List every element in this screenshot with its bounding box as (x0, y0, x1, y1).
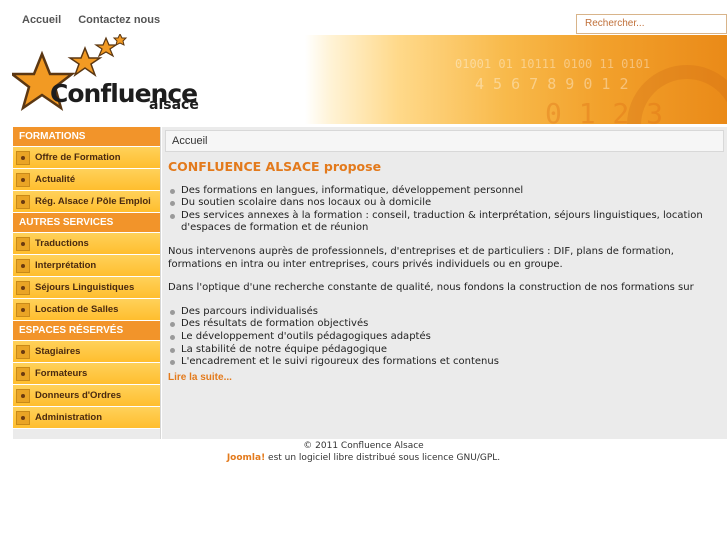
footer: © 2011 Confluence Alsace Joomla! est un … (0, 440, 727, 464)
sidebar-item-label: Actualité (35, 174, 76, 185)
list-item: Des services annexes à la formation : co… (168, 210, 724, 235)
sidebar-section-espaces-reserves: ESPACES RÉSERVÉS (13, 321, 160, 341)
bullet-icon (16, 259, 30, 273)
footer-copyright: © 2011 Confluence Alsace (303, 441, 424, 451)
footer-license: Joomla! est un logiciel libre distribué … (0, 452, 727, 464)
bullet-icon (16, 389, 30, 403)
article-paragraph: Dans l'optique d'une recherche constante… (168, 282, 694, 294)
bullet-icon (16, 281, 30, 295)
sidebar-item-label: Rég. Alsace / Pôle Emploi (35, 196, 151, 207)
sidebar-item-actualite[interactable]: Actualité (13, 169, 160, 191)
list-item: Des parcours individualisés (168, 306, 724, 319)
sidebar-item-region-pole-emploi[interactable]: Rég. Alsace / Pôle Emploi (13, 191, 160, 213)
footer-license-text: est un logiciel libre distribué sous lic… (265, 453, 501, 463)
bullet-icon (16, 411, 30, 425)
sidebar-item-location-salles[interactable]: Location de Salles (13, 299, 160, 321)
logo-subtitle: alsace (149, 97, 199, 113)
sidebar-item-label: Stagiaires (35, 346, 81, 357)
header-banner: 01001 01 10111 0100 11 0101 4 5 6 7 8 9 … (305, 35, 727, 124)
sidebar-item-offre-formation[interactable]: Offre de Formation (13, 147, 160, 169)
bullet-icon (16, 303, 30, 317)
site-logo[interactable]: Confluence alsace (12, 34, 199, 126)
article: CONFLUENCE ALSACE propose Des formations… (168, 159, 724, 385)
sidebar-item-label: Séjours Linguistiques (35, 282, 135, 293)
services-list: Des formations en langues, informatique,… (168, 185, 724, 235)
breadcrumb[interactable]: Accueil (165, 130, 724, 152)
list-item: L'encadrement et le suivi rigoureux des … (168, 356, 724, 369)
search-input[interactable]: Rechercher... (576, 14, 727, 34)
list-item: Des résultats de formation objectivés (168, 318, 724, 331)
sidebar-item-label: Administration (35, 412, 103, 423)
sidebar-item-interpretation[interactable]: Interprétation (13, 255, 160, 277)
bullet-icon (16, 367, 30, 381)
nav-link-home[interactable]: Accueil (22, 14, 61, 26)
sidebar-item-donneurs-ordres[interactable]: Donneurs d'Ordres (13, 385, 160, 407)
nav-link-contact[interactable]: Contactez nous (78, 14, 160, 26)
list-item: La stabilité de notre équipe pédagogique (168, 344, 724, 357)
top-navigation: Accueil Contactez nous (22, 14, 174, 26)
joomla-link[interactable]: Joomla! (227, 453, 265, 463)
list-item: Des formations en langues, informatique,… (168, 185, 724, 198)
article-title: CONFLUENCE ALSACE propose (168, 159, 382, 174)
sidebar-item-administration[interactable]: Administration (13, 407, 160, 429)
read-more-link[interactable]: Lire la suite... (168, 372, 724, 385)
sidebar-item-label: Donneurs d'Ordres (35, 390, 122, 401)
sidebar-item-label: Interprétation (35, 260, 97, 271)
sidebar-item-sejours-linguistiques[interactable]: Séjours Linguistiques (13, 277, 160, 299)
quality-list: Des parcours individualisés Des résultat… (168, 306, 724, 369)
bullet-icon (16, 195, 30, 209)
bullet-icon (16, 345, 30, 359)
sidebar-item-stagiaires[interactable]: Stagiaires (13, 341, 160, 363)
sidebar-item-formateurs[interactable]: Formateurs (13, 363, 160, 385)
sidebar-section-formations: FORMATIONS (13, 127, 160, 147)
bullet-icon (16, 173, 30, 187)
sidebar-menu: FORMATIONS Offre de Formation Actualité … (13, 127, 161, 439)
bullet-icon (16, 151, 30, 165)
list-item: Du soutien scolaire dans nos locaux ou à… (168, 197, 724, 210)
list-item: Le développement d'outils pédagogiques a… (168, 331, 724, 344)
sidebar-item-label: Location de Salles (35, 304, 119, 315)
sidebar-section-autres-services: AUTRES SERVICES (13, 213, 160, 233)
sidebar-item-label: Formateurs (35, 368, 88, 379)
sidebar-item-traductions[interactable]: Traductions (13, 233, 160, 255)
sidebar-item-label: Offre de Formation (35, 152, 121, 163)
main-content: Accueil CONFLUENCE ALSACE propose Des fo… (162, 127, 727, 439)
article-paragraph: Nous intervenons auprès de professionnel… (168, 245, 674, 270)
sidebar-item-label: Traductions (35, 238, 89, 249)
bullet-icon (16, 237, 30, 251)
